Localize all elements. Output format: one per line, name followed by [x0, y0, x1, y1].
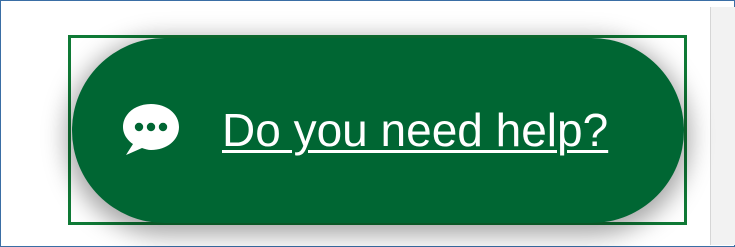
side-panel: [710, 7, 735, 245]
help-link-label[interactable]: Do you need help?: [222, 100, 608, 160]
chat-bubble-icon: [120, 102, 182, 158]
